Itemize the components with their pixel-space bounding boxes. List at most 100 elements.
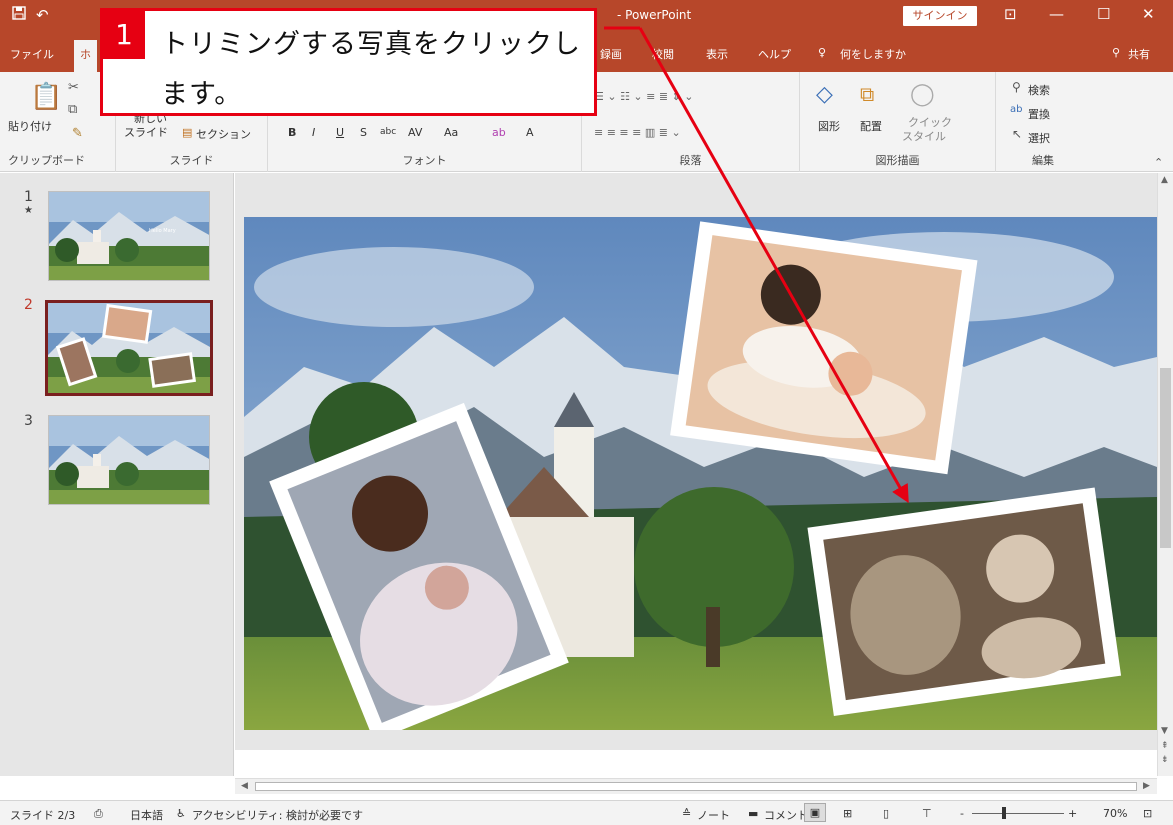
find-icon: ⚲ <box>1012 80 1021 94</box>
person-icon: ⚲ <box>1112 46 1121 59</box>
tab-view[interactable]: 表示 <box>706 46 728 62</box>
fit-to-window-icon[interactable]: ⊡ <box>1143 807 1152 820</box>
find-button[interactable]: 検索 <box>1028 82 1050 98</box>
tab-file[interactable]: ファイル <box>10 46 54 62</box>
scroll-down-icon[interactable]: ▼ <box>1161 726 1168 736</box>
scroll-up-icon[interactable]: ▲ <box>1161 175 1168 185</box>
spacing-button[interactable]: AV <box>408 126 422 139</box>
language-indicator[interactable]: 日本語 <box>130 807 163 823</box>
horizontal-scroll-thumb[interactable] <box>255 782 1137 791</box>
accessibility-status[interactable]: アクセシビリティ: 検討が必要です <box>192 807 363 823</box>
drawing-label: 図形描画 <box>875 154 920 167</box>
slide-number-1: 1 <box>24 189 33 205</box>
signin-button[interactable]: サインイン <box>903 6 977 26</box>
slide-edit-area <box>235 173 1157 750</box>
quick-style-icon[interactable]: ◯ <box>910 82 935 107</box>
spellcheck-icon[interactable]: ⎙ <box>94 807 103 821</box>
undo-icon[interactable]: ↶ <box>36 6 49 24</box>
select-button[interactable]: 選択 <box>1028 130 1050 146</box>
notes-button[interactable]: ノート <box>697 807 730 823</box>
svg-text:Hello Mary: Hello Mary <box>149 228 176 234</box>
tab-record[interactable]: 録画 <box>600 46 622 62</box>
minimize-icon[interactable]: — <box>1049 5 1064 23</box>
editing-group: ⚲ 検索 ab 置換 ↖ 選択 編集 <box>996 72 1090 172</box>
scroll-right-icon[interactable]: ▶ <box>1143 781 1150 791</box>
new-slide-label: スライド <box>124 126 168 139</box>
collapse-ribbon-icon[interactable]: ⌃ <box>1154 156 1163 169</box>
save-icon[interactable] <box>12 6 26 24</box>
arrange-icon[interactable]: ⧉ <box>860 82 874 106</box>
underline-button[interactable]: U <box>336 126 344 139</box>
callout-text: トリミングする写真をクリックします。 <box>161 29 581 110</box>
share-button[interactable]: 共有 <box>1128 46 1150 62</box>
zoom-out-button[interactable]: - <box>960 807 964 820</box>
photo-child-sepia[interactable] <box>807 487 1122 716</box>
prev-slide-icon[interactable]: ⇞ <box>1161 741 1169 751</box>
paste-button[interactable]: 貼り付け <box>8 118 52 134</box>
tell-me-input[interactable]: 何をしますか <box>840 46 906 62</box>
maximize-icon[interactable]: ☐ <box>1097 5 1110 23</box>
replace-icon: ab <box>1010 104 1023 115</box>
quick-style-label: スタイル <box>902 130 946 143</box>
instruction-callout: 1 トリミングする写真をクリックします。 <box>100 8 597 116</box>
slideshow-icon[interactable]: ⊤ <box>922 807 932 820</box>
zoom-level[interactable]: 70% <box>1103 807 1127 820</box>
slide-thumbnail-3[interactable] <box>48 415 210 505</box>
clipboard-label: クリップボード <box>8 154 85 167</box>
slide-sorter-icon[interactable]: ⊞ <box>843 807 852 820</box>
case-button[interactable]: Aa <box>444 126 458 139</box>
scroll-left-icon[interactable]: ◀ <box>241 781 248 791</box>
format-painter-icon[interactable]: ✎ <box>72 126 83 141</box>
paste-icon[interactable]: 📋 <box>30 82 62 112</box>
comments-button[interactable]: コメント <box>764 807 808 823</box>
paragraph-group: ☰ ⌄ ☷ ⌄ ≡ ≣ ⇕ ⌄ ≡ ≡ ≡ ≡ ▥ ≣ ⌄ 段落 <box>582 72 800 172</box>
zoom-in-button[interactable]: + <box>1068 807 1077 820</box>
slide-thumbnail-2[interactable] <box>45 300 213 396</box>
status-bar: スライド 2/3 ⎙ 日本語 ♿ アクセシビリティ: 検討が必要です ≙ ノート… <box>0 800 1173 825</box>
shadow-button[interactable]: S <box>360 126 367 139</box>
normal-view-icon[interactable]: ▣ <box>804 803 826 822</box>
section-button[interactable]: セクション <box>196 126 251 142</box>
reading-view-icon[interactable]: ▯ <box>883 807 889 820</box>
select-icon: ↖ <box>1012 127 1023 141</box>
slide-thumbnail-1[interactable]: Hello Mary <box>48 191 210 281</box>
cut-icon[interactable]: ✂ <box>68 80 79 95</box>
horizontal-scrollbar[interactable]: ◀ ▶ <box>235 778 1157 794</box>
vertical-scrollbar[interactable]: ▲ ▼ ⇞ ⇟ <box>1157 173 1173 776</box>
close-icon[interactable]: ✕ <box>1142 5 1155 23</box>
drawing-group: ◇ 図形 ⧉ 配置 ◯ クイック スタイル 図形描画 <box>800 72 996 172</box>
strike-button[interactable]: abc <box>380 127 396 137</box>
copy-icon[interactable]: ⧉ <box>68 102 77 117</box>
shapes-icon[interactable]: ◇ <box>816 82 833 107</box>
font-color-button[interactable]: A <box>526 126 534 139</box>
slide-thumbnail-pane: 1 ★ Hello Mary 2 3 <box>0 173 234 776</box>
slide-number-2: 2 <box>24 297 33 313</box>
animation-star-icon: ★ <box>24 205 33 216</box>
accessibility-icon: ♿ <box>176 807 186 820</box>
notes-icon: ≙ <box>682 807 692 820</box>
replace-button[interactable]: 置換 <box>1028 106 1050 122</box>
tab-review[interactable]: 校閲 <box>652 46 674 62</box>
highlight-button[interactable]: ab <box>492 126 506 139</box>
bold-button[interactable]: B <box>288 126 296 139</box>
align-buttons[interactable]: ≡ ≡ ≡ ≡ ▥ ≣ ⌄ <box>594 126 681 139</box>
arrange-button[interactable]: 配置 <box>860 118 882 134</box>
slide-indicator: スライド 2/3 <box>10 809 76 822</box>
shapes-button[interactable]: 図形 <box>818 118 840 134</box>
next-slide-icon[interactable]: ⇟ <box>1161 755 1169 765</box>
bullets-button[interactable]: ☰ ⌄ ☷ ⌄ ≡ ≣ ⇕ ⌄ <box>594 90 694 103</box>
tab-home[interactable]: ホ <box>74 40 97 72</box>
ribbon-display-icon[interactable]: ⊡ <box>1004 5 1017 23</box>
clipboard-group: 📋 貼り付け ✂ ⧉ ✎ クリップボード <box>0 72 116 172</box>
zoom-slider-handle[interactable] <box>1002 807 1007 819</box>
slide-canvas[interactable] <box>244 217 1157 730</box>
photo-mother-baby-top[interactable] <box>670 221 978 475</box>
italic-button[interactable]: I <box>312 126 315 139</box>
tab-help[interactable]: ヘルプ <box>758 46 791 62</box>
zoom-slider-track[interactable] <box>972 813 1064 814</box>
section-icon: ▤ <box>182 126 193 139</box>
lightbulb-icon: ♀ <box>818 46 827 59</box>
window-title: - PowerPoint <box>617 8 692 22</box>
vertical-scroll-thumb[interactable] <box>1160 368 1171 548</box>
paragraph-label: 段落 <box>679 154 702 167</box>
